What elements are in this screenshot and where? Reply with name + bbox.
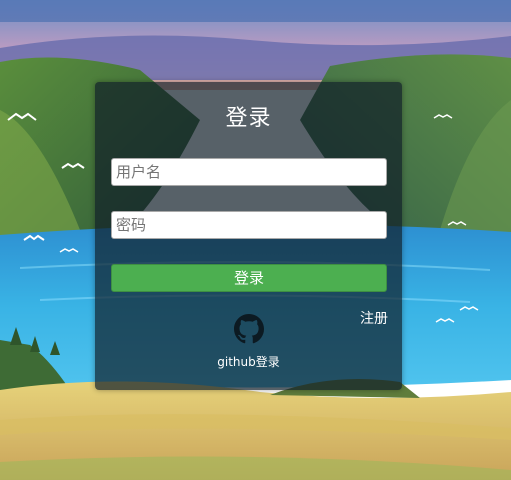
password-input[interactable] <box>111 211 387 239</box>
login-panel: 登录 登录 注册 github登录 <box>95 82 402 390</box>
login-button[interactable]: 登录 <box>111 264 387 292</box>
login-title: 登录 <box>225 106 272 131</box>
github-login-label[interactable]: github登录 <box>95 353 402 370</box>
username-input[interactable] <box>111 158 387 186</box>
github-login-link[interactable]: github登录 <box>95 314 402 370</box>
github-icon[interactable] <box>233 314 264 344</box>
